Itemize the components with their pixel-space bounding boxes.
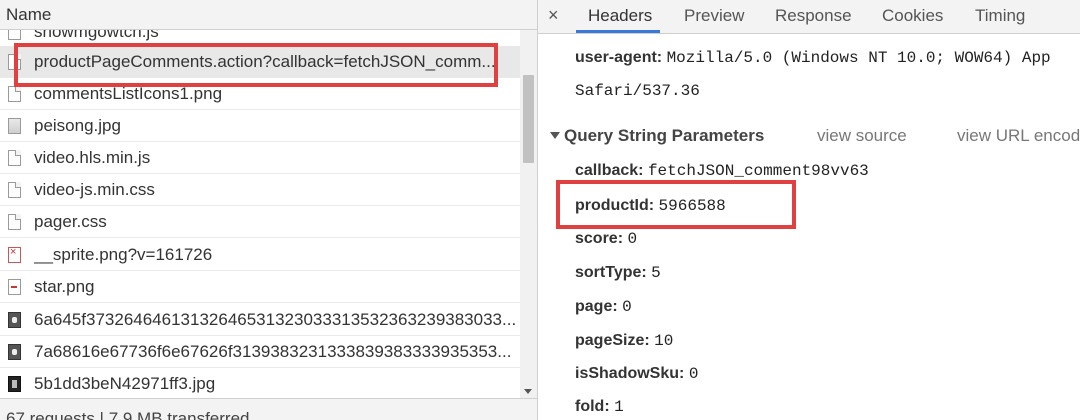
dark-image-icon (8, 376, 21, 392)
param-value: 0 (627, 230, 638, 248)
request-name: peisong.jpg (34, 116, 121, 135)
file-icon (8, 150, 21, 166)
param-key: pageSize: (575, 332, 650, 349)
request-rows: showmgowtch.js productPageComments.actio… (0, 30, 520, 398)
photo-icon (8, 312, 21, 328)
param-value: fetchJSON_comment98vv63 (647, 162, 869, 180)
collapse-triangle-icon (550, 132, 560, 139)
status-bar: 67 requests | 7.9 MB transferred (0, 398, 537, 420)
request-name: 6a645f3732646461313264653132303331353236… (34, 310, 517, 329)
param-value: 5 (651, 264, 661, 282)
scroll-down-arrow-icon[interactable] (524, 389, 532, 394)
file-icon (8, 182, 21, 198)
request-row[interactable]: 7a68616e67736f6e67626f313938323133383938… (0, 336, 520, 368)
tab-preview[interactable]: Preview (684, 6, 744, 26)
request-name: video.hls.min.js (34, 148, 151, 167)
param-key: isShadowSku: (575, 365, 685, 382)
param-value: 0 (622, 298, 632, 316)
request-row[interactable]: video-js.min.css (0, 174, 520, 206)
request-name: video-js.min.css (34, 180, 155, 199)
request-row[interactable]: peisong.jpg (0, 110, 520, 142)
request-name: 7a68616e67736f6e67626f313938323133383938… (34, 342, 512, 361)
query-param: callback: fetchJSON_comment98vv63 (575, 162, 869, 180)
sprite-icon (8, 246, 21, 263)
request-name: star.png (34, 277, 95, 296)
param-key: sortType: (575, 264, 647, 281)
header-key: user-agent: (575, 49, 663, 66)
request-row[interactable]: commentsListIcons1.png (0, 78, 520, 110)
request-row-selected[interactable]: productPageComments.action?callback=fetc… (0, 46, 520, 78)
param-key: score: (575, 230, 624, 247)
request-row[interactable]: video.hls.min.js (0, 142, 520, 174)
request-name: productPageComments.action?callback=fetc… (34, 52, 496, 71)
query-string-section-toggle[interactable]: Query String Parameters (550, 126, 764, 146)
active-tab-indicator (576, 30, 660, 33)
image-icon (8, 118, 21, 134)
scrollbar-thumb[interactable] (523, 75, 534, 163)
query-param: pageSize: 10 (575, 332, 673, 350)
header-value: Mozilla/5.0 (Windows NT 10.0; WOW64) App (666, 49, 1051, 67)
request-list-panel: Name showmgowtch.js productPageComments.… (0, 0, 538, 420)
tab-response[interactable]: Response (775, 6, 852, 26)
param-key: callback: (575, 162, 644, 179)
star-image-icon (8, 279, 21, 295)
request-detail-panel: × Headers Preview Response Cookies Timin… (538, 0, 1080, 420)
request-name: 5b1dd3beN42971ff3.jpg (34, 374, 216, 393)
param-key: page: (575, 298, 618, 315)
section-title: Query String Parameters (564, 126, 765, 145)
detail-tabs: × Headers Preview Response Cookies Timin… (538, 0, 1080, 34)
file-icon (8, 86, 21, 102)
param-value: 5966588 (658, 197, 726, 215)
request-row[interactable]: pager.css (0, 206, 520, 238)
request-name: commentsListIcons1.png (34, 84, 223, 103)
request-row[interactable]: 5b1dd3beN42971ff3.jpg (0, 368, 520, 398)
param-key: productId: (575, 197, 655, 214)
request-name: showmgowtch.js (34, 30, 159, 41)
query-param-productid: productId: 5966588 (575, 197, 726, 215)
header-user-agent-continued: Safari/537.36 (575, 82, 700, 100)
tab-headers[interactable]: Headers (588, 6, 652, 26)
query-param: page: 0 (575, 298, 632, 316)
file-icon (8, 54, 21, 70)
status-summary: 67 requests | 7.9 MB transferred (6, 409, 250, 420)
param-value: 10 (654, 332, 674, 350)
tab-timing[interactable]: Timing (975, 6, 1025, 26)
file-icon (8, 214, 21, 230)
name-column-header[interactable]: Name (6, 5, 51, 25)
file-icon (8, 30, 21, 40)
tab-cookies[interactable]: Cookies (882, 6, 943, 26)
header-user-agent: user-agent: Mozilla/5.0 (Windows NT 10.0… (575, 49, 1051, 67)
request-row[interactable]: 6a645f3732646461313264653132303331353236… (0, 304, 520, 336)
param-value: 1 (614, 398, 624, 416)
view-source-link[interactable]: view source (817, 126, 907, 146)
query-param: isShadowSku: 0 (575, 365, 698, 383)
request-name: pager.css (34, 212, 107, 231)
param-value: 0 (688, 365, 699, 383)
request-list-header: Name (0, 0, 537, 30)
query-param: fold: 1 (575, 398, 624, 416)
close-icon[interactable]: × (548, 5, 559, 26)
request-row[interactable]: __sprite.png?v=161726 (0, 239, 520, 271)
view-url-encoded-link[interactable]: view URL encoded (957, 126, 1080, 146)
request-list-scrollbar[interactable] (520, 30, 537, 398)
query-param: sortType: 5 (575, 264, 661, 282)
request-name: __sprite.png?v=161726 (34, 245, 213, 264)
param-key: fold: (575, 398, 610, 415)
request-row[interactable]: star.png (0, 271, 520, 303)
photo-icon (8, 344, 21, 360)
query-param: score: 0 (575, 230, 637, 248)
